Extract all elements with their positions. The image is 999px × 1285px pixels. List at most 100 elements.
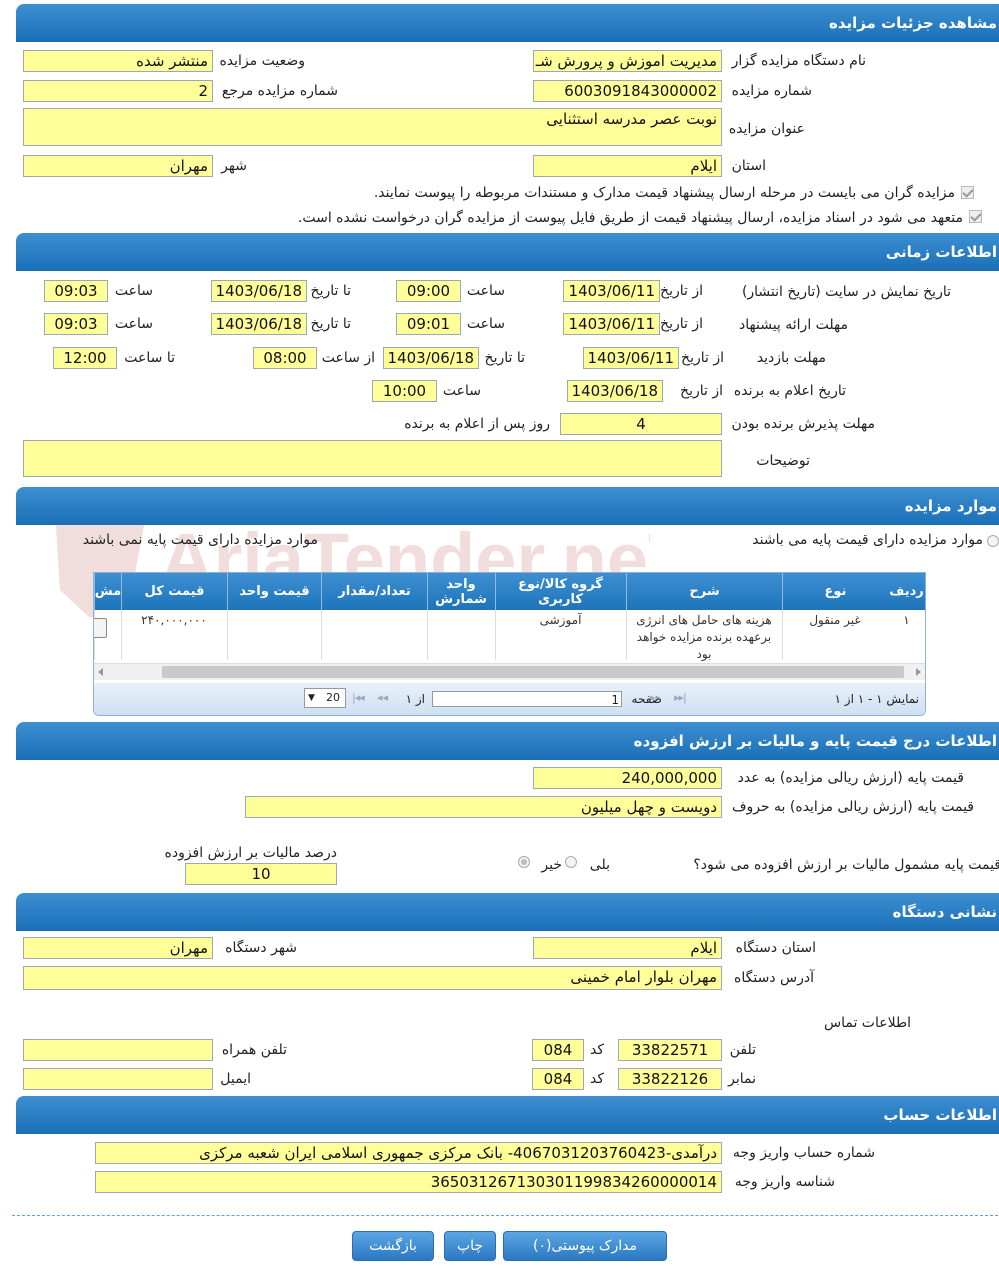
cell-total-price: ۲۴۰,۰۰۰,۰۰۰ (121, 610, 226, 660)
attachments-required-checkbox[interactable] (961, 186, 974, 199)
offer-from-label: از تاریخ (660, 316, 703, 332)
next-page-icon[interactable]: ◂◂ (377, 691, 388, 704)
fax-code-label: کد (589, 1071, 604, 1087)
radio-has-base-price-label: موارد مزایده دارای قیمت پایه می باشند (752, 532, 983, 548)
offer-from-date: 1403/06/11 (563, 313, 660, 335)
account-number-label: شماره حساب واریز وجه (732, 1145, 875, 1161)
scroll-right-arrow-icon[interactable] (916, 668, 921, 676)
publish-to-label: تا تاریخ (310, 283, 351, 299)
col-total-price[interactable]: قیمت کل (121, 573, 227, 610)
visit-to-label: تا تاریخ (484, 350, 525, 366)
base-price-words-label: قیمت پایه (ارزش ریالی مزایده) به حروف (731, 799, 974, 815)
page-input[interactable]: 1 (432, 691, 622, 707)
page-label: صفحه (631, 692, 662, 706)
grid-header: ردیف نوع شرح گروه کالا/نوع کاربری واحد ش… (94, 573, 925, 610)
visit-to-hour-label: تا ساعت (124, 350, 175, 366)
last-page-icon[interactable]: |◂◂ (352, 691, 365, 704)
accept-label: مهلت پذیرش برنده بودن (731, 416, 876, 432)
account-number-field: درآمدی-4067031203760423- بانک مرکزی جمهو… (95, 1142, 722, 1164)
province-label: استان (731, 158, 766, 174)
contact-info-label: اطلاعات تماس (824, 1015, 911, 1031)
col-unit[interactable]: واحد شمارش (427, 573, 494, 610)
section-header-items: موارد مزایده (16, 487, 999, 525)
accept-suffix: روز پس از اعلام به برنده (404, 416, 550, 432)
offer-to-hour-label: ساعت (114, 316, 153, 332)
org-label: نام دستگاه مزایده گزار (731, 53, 866, 69)
fax-field: 33822126 (618, 1068, 722, 1090)
first-page-icon[interactable]: ▸▸| (674, 691, 687, 704)
scroll-left-arrow-icon[interactable] (98, 668, 103, 676)
col-index[interactable]: ردیف (888, 573, 925, 610)
print-button[interactable]: چاپ (444, 1231, 496, 1261)
phone-code-field: 084 (532, 1039, 584, 1061)
visit-from-hour-label: از ساعت (321, 350, 375, 366)
org-province-field: ایلام (533, 937, 722, 959)
publish-label: تاریخ نمایش در سایت (تاریخ انتشار) (741, 284, 951, 300)
status-field: منتشر شده (23, 50, 213, 72)
visit-from-label: از تاریخ (681, 350, 724, 366)
vat-yes-radio[interactable] (565, 856, 577, 868)
commitment-checkbox[interactable] (969, 210, 982, 223)
publish-from-time: 09:00 (396, 280, 461, 302)
publish-from-hour-label: ساعت (466, 283, 505, 299)
radio-has-base-price[interactable] (987, 535, 999, 547)
horizontal-scrollbar[interactable] (94, 663, 925, 680)
col-description[interactable]: شرح (626, 573, 782, 610)
title-label: عنوان مزایده (728, 121, 805, 137)
phone-code-label: کد (589, 1042, 604, 1058)
attachments-required-label: مزایده گران می بایست در مرحله ارسال پیشن… (373, 185, 955, 201)
col-unit-price[interactable]: قیمت واحد (227, 573, 321, 610)
winner-hour-label: ساعت (442, 383, 481, 399)
offer-to-time: 09:03 (44, 313, 108, 335)
back-button[interactable]: بازگشت (352, 1231, 434, 1261)
phone-field: 33822571 (618, 1039, 722, 1061)
winner-date: 1403/06/18 (567, 380, 663, 402)
org-field: مدیریت اموزش و پرورش شـ (533, 50, 722, 72)
attachments-button[interactable]: مدارک پیوستی(۰) (503, 1231, 667, 1261)
notes-label: توضیحات (756, 453, 810, 469)
cell-unit-price (227, 610, 320, 660)
payment-id-label: شناسه واریز وجه (734, 1174, 835, 1190)
offer-from-hour-label: ساعت (466, 316, 505, 332)
base-price-words-field: دویست و چهل میلیون (245, 796, 722, 818)
org-address-field: مهران بلوار امام خمینی (23, 966, 722, 990)
vat-no-radio[interactable] (518, 856, 530, 868)
col-group[interactable]: گروه کالا/نوع کاربری (495, 573, 625, 610)
col-quantity[interactable]: تعداد/مقدار (321, 573, 427, 610)
visit-from-time: 08:00 (253, 347, 317, 369)
visit-from-date: 1403/06/11 (583, 347, 679, 369)
org-city-label: شهر دستگاه (225, 940, 297, 956)
section-header-price: اطلاعات درج قیمت پایه و مالیات بر ارزش ا… (16, 722, 999, 760)
vat-yes-label: بلی (589, 857, 610, 873)
cell-index: ۱ (903, 613, 910, 627)
number-field: 6003091843000002 (533, 80, 722, 102)
col-type[interactable]: نوع (782, 573, 888, 610)
section-header-account: اطلاعات حساب (16, 1096, 999, 1134)
scroll-thumb[interactable] (162, 666, 904, 678)
number-label: شماره مزایده (731, 83, 812, 99)
fax-code-field: 084 (532, 1068, 584, 1090)
org-province-label: استان دستگاه (735, 940, 816, 956)
col-more[interactable]: مش (94, 573, 121, 610)
winner-from-label: از تاریخ (680, 383, 723, 399)
items-grid: ردیف نوع شرح گروه کالا/نوع کاربری واحد ش… (93, 572, 926, 716)
offer-to-label: تا تاریخ (310, 316, 351, 332)
base-price-number-label: قیمت پایه (ارزش ریالی مزایده) به عدد (737, 770, 964, 786)
ref-number-field: 2 (23, 80, 213, 102)
publish-to-date: 1403/06/18 (211, 280, 307, 302)
cell-action (94, 610, 120, 660)
accept-days-field: 4 (560, 413, 722, 435)
pager-summary: نمایش ۱ - ۱ از ۱ (834, 692, 919, 706)
phone-label: تلفن (729, 1042, 756, 1058)
winner-time: 10:00 (372, 380, 437, 402)
cell-type: غیر منقول (782, 610, 887, 660)
ref-number-label: شماره مزایده مرجع (221, 83, 338, 99)
page-size-select[interactable]: ▼ 20 (304, 688, 346, 708)
row-action-button[interactable] (94, 618, 107, 638)
section-header-address: نشانی دستگاه (16, 893, 999, 931)
base-price-number-field: 240,000,000 (533, 767, 722, 789)
cell-description: هزینه های حامل های انرژی برعهده برنده مز… (626, 610, 781, 661)
chevron-down-icon: ▼ (308, 693, 315, 703)
city-label: شهر (221, 158, 247, 174)
publish-from-label: از تاریخ (660, 283, 703, 299)
